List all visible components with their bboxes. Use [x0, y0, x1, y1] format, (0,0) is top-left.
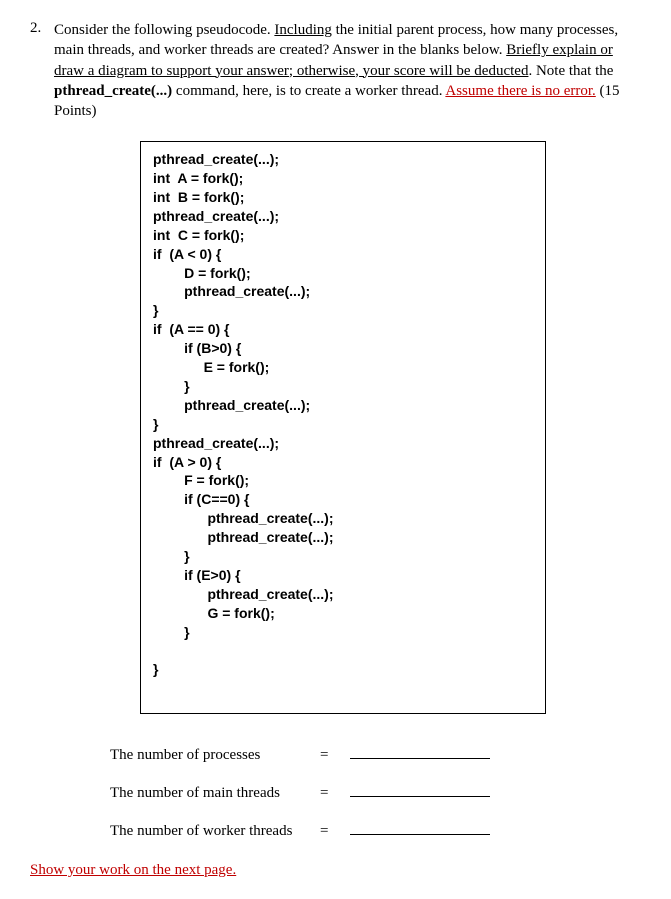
- blank-main-threads[interactable]: [350, 782, 490, 797]
- answer-label-worker-threads: The number of worker threads: [110, 823, 320, 840]
- answers-block: The number of processes = The number of …: [110, 744, 641, 840]
- question-block: 2. Consider the following pseudocode. In…: [30, 20, 641, 121]
- code-box: pthread_create(...); int A = fork(); int…: [140, 141, 546, 714]
- answer-row-processes: The number of processes =: [110, 744, 641, 764]
- question-text: Consider the following pseudocode. Inclu…: [54, 20, 641, 121]
- q-text-1: Consider the following pseudocode.: [54, 22, 274, 38]
- answer-row-worker-threads: The number of worker threads =: [110, 820, 641, 840]
- q-text-3: . Note that the: [528, 63, 613, 79]
- answer-label-processes: The number of processes: [110, 747, 320, 764]
- answer-row-main-threads: The number of main threads =: [110, 782, 641, 802]
- q-bold: pthread_create(...): [54, 83, 172, 99]
- q-underline-1: Including: [274, 22, 332, 38]
- q-text-4: command, here, is to create a worker thr…: [172, 83, 445, 99]
- equals-3: =: [320, 823, 350, 840]
- question-number: 2.: [30, 20, 54, 37]
- answer-label-main-threads: The number of main threads: [110, 785, 320, 802]
- blank-worker-threads[interactable]: [350, 820, 490, 835]
- q-red-underline: Assume there is no error.: [445, 83, 595, 99]
- blank-processes[interactable]: [350, 744, 490, 759]
- equals-2: =: [320, 785, 350, 802]
- equals-1: =: [320, 747, 350, 764]
- footer-instruction: Show your work on the next page.: [30, 862, 641, 879]
